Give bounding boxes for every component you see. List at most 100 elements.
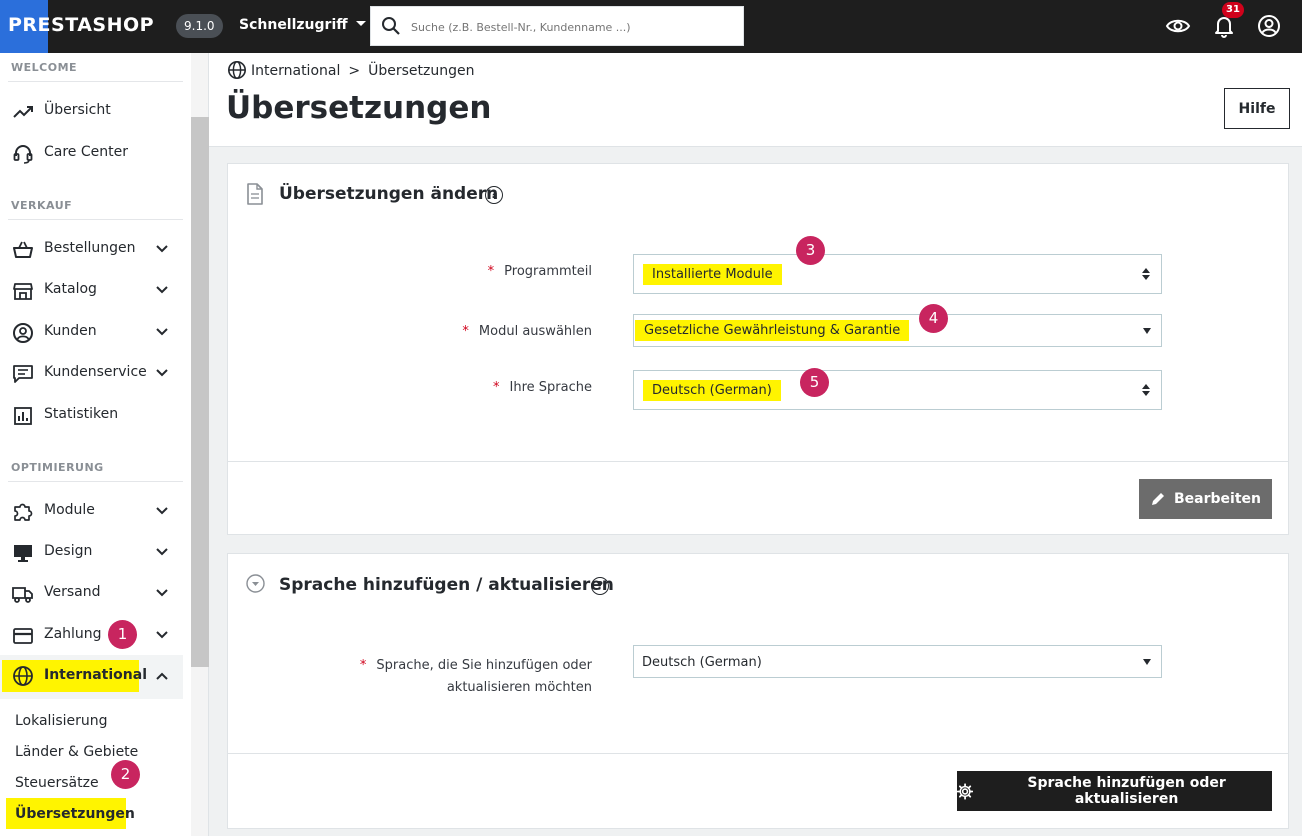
step-badge-2: 2 — [111, 760, 140, 789]
store-icon — [13, 283, 33, 300]
monitor-icon — [14, 545, 32, 562]
card-footer-divider — [228, 461, 1288, 462]
section-title-welcome: WELCOME — [11, 61, 78, 74]
headset-icon — [13, 145, 33, 164]
sidebar-item-label: Statistiken — [44, 406, 119, 422]
step-badge-5: 5 — [800, 368, 829, 397]
chevron-down-icon — [156, 548, 168, 556]
module-select-label: * Modul auswählen — [462, 324, 592, 339]
collapse-circle-icon[interactable] — [246, 574, 265, 593]
account-icon[interactable] — [1256, 13, 1282, 39]
section-divider — [8, 81, 183, 82]
edit-button[interactable]: Bearbeiten — [1139, 479, 1272, 519]
breadcrumb-parent[interactable]: International — [251, 63, 340, 79]
caret-down-icon — [355, 21, 366, 26]
language-select-label: * Ihre Sprache — [493, 380, 592, 395]
puzzle-icon — [14, 503, 33, 521]
version-badge: 9.1.0 — [176, 14, 223, 38]
chevron-down-icon — [156, 507, 168, 515]
basket-icon — [13, 241, 33, 258]
truck-icon — [12, 587, 33, 603]
sidebar-item-label: Care Center — [44, 144, 128, 160]
program-part-select[interactable]: Installierte Module — [633, 254, 1162, 294]
user-circle-icon — [13, 323, 33, 343]
sidebar-item-label: Kunden — [44, 323, 97, 339]
edit-button-label: Bearbeiten — [1174, 491, 1261, 507]
sidebar-item-orders[interactable]: Bestellungen — [0, 231, 183, 267]
add-update-language-button[interactable]: Sprache hinzufügen oder aktualisieren — [957, 771, 1272, 811]
program-part-value: Installierte Module — [643, 264, 782, 285]
search-icon — [382, 17, 400, 35]
sidebar-item-label: Bestellungen — [44, 240, 136, 256]
pencil-icon — [1152, 493, 1164, 505]
language-select[interactable]: Deutsch (German) — [633, 370, 1162, 410]
help-circle-icon[interactable]: ? — [485, 186, 503, 204]
add-update-language-label: Sprache hinzufügen oder aktualisieren — [1027, 775, 1226, 807]
chevron-down-icon — [156, 631, 168, 639]
sidebar-subitem-translations[interactable]: Übersetzungen — [15, 806, 135, 822]
module-select-value: Gesetzliche Gewährleistung & Garantie — [635, 320, 910, 341]
globe-icon — [13, 666, 33, 686]
breadcrumb: International > Übersetzungen — [227, 60, 474, 80]
add-language-value: Deutsch (German) — [642, 655, 762, 670]
sidebar-item-care-center[interactable]: Care Center — [0, 135, 183, 171]
sidebar-item-label: Versand — [44, 584, 101, 600]
sort-arrows-icon — [1142, 384, 1150, 396]
sidebar-subitem-localization[interactable]: Lokalisierung — [15, 713, 108, 729]
language-select-value: Deutsch (German) — [643, 380, 781, 401]
sidebar-item-shipping[interactable]: Versand — [0, 575, 183, 611]
breadcrumb-current: Übersetzungen — [368, 63, 475, 79]
caret-down-icon — [1143, 328, 1151, 334]
section-divider — [8, 481, 183, 482]
sidebar-item-customer-service[interactable]: Kundenservice — [0, 355, 183, 391]
sidebar-item-label: Katalog — [44, 281, 97, 297]
sidebar-scrollbar-thumb[interactable] — [191, 117, 209, 667]
eye-icon[interactable] — [1165, 13, 1191, 39]
notification-count-badge: 31 — [1222, 2, 1244, 18]
add-card-title: Sprache hinzufügen / aktualisieren — [279, 575, 614, 595]
sidebar-subitem-taxes[interactable]: Steuersätze — [15, 775, 99, 791]
quick-access-menu[interactable]: Schnellzugriff — [239, 17, 366, 33]
step-badge-4: 4 — [919, 304, 948, 333]
prestashop-logo[interactable]: PRESTASHOP — [8, 14, 154, 36]
search-input[interactable] — [411, 16, 731, 38]
help-button[interactable]: Hilfe — [1224, 88, 1290, 129]
bar-chart-icon — [14, 407, 32, 425]
quick-access-label: Schnellzugriff — [239, 17, 348, 33]
sidebar-item-label: Kundenservice — [44, 364, 147, 380]
chat-icon — [13, 365, 33, 383]
sidebar-item-design[interactable]: Design — [0, 534, 183, 570]
sidebar-item-stats[interactable]: Statistiken — [0, 397, 183, 433]
step-badge-3: 3 — [796, 236, 825, 265]
sidebar-item-international[interactable]: International — [0, 655, 183, 699]
sidebar-item-payment[interactable]: Zahlung — [0, 617, 183, 653]
sidebar-subitem-countries[interactable]: Länder & Gebiete — [15, 744, 138, 760]
section-title-optimize: OPTIMIERUNG — [11, 461, 104, 474]
sidebar-item-overview[interactable]: Übersicht — [0, 93, 183, 129]
module-select[interactable]: Gesetzliche Gewährleistung & Garantie — [633, 314, 1162, 347]
sidebar-item-catalog[interactable]: Katalog — [0, 272, 183, 308]
sidebar-item-customers[interactable]: Kunden — [0, 314, 183, 350]
step-badge-1: 1 — [108, 620, 137, 649]
chevron-down-icon — [156, 328, 168, 336]
globe-icon — [228, 61, 246, 79]
trending-up-icon — [13, 106, 33, 118]
breadcrumb-separator: > — [348, 63, 361, 79]
help-circle-icon[interactable]: ? — [591, 577, 609, 595]
sidebar-item-modules[interactable]: Module — [0, 493, 183, 529]
sidebar-item-label: Zahlung — [44, 626, 102, 642]
section-divider — [8, 219, 183, 220]
chevron-down-icon — [156, 589, 168, 597]
chevron-down-icon — [156, 286, 168, 294]
caret-down-icon — [1143, 659, 1151, 665]
search-box[interactable] — [370, 6, 744, 46]
modify-translations-card — [227, 163, 1289, 535]
sort-arrows-icon — [1142, 268, 1150, 280]
sidebar-item-label: Module — [44, 502, 95, 518]
card-footer-divider — [228, 753, 1288, 754]
credit-card-icon — [13, 628, 33, 644]
add-language-select[interactable]: Deutsch (German) — [633, 645, 1162, 678]
gear-icon — [957, 782, 974, 800]
chevron-down-icon — [156, 245, 168, 253]
page-title: Übersetzungen — [226, 90, 492, 126]
